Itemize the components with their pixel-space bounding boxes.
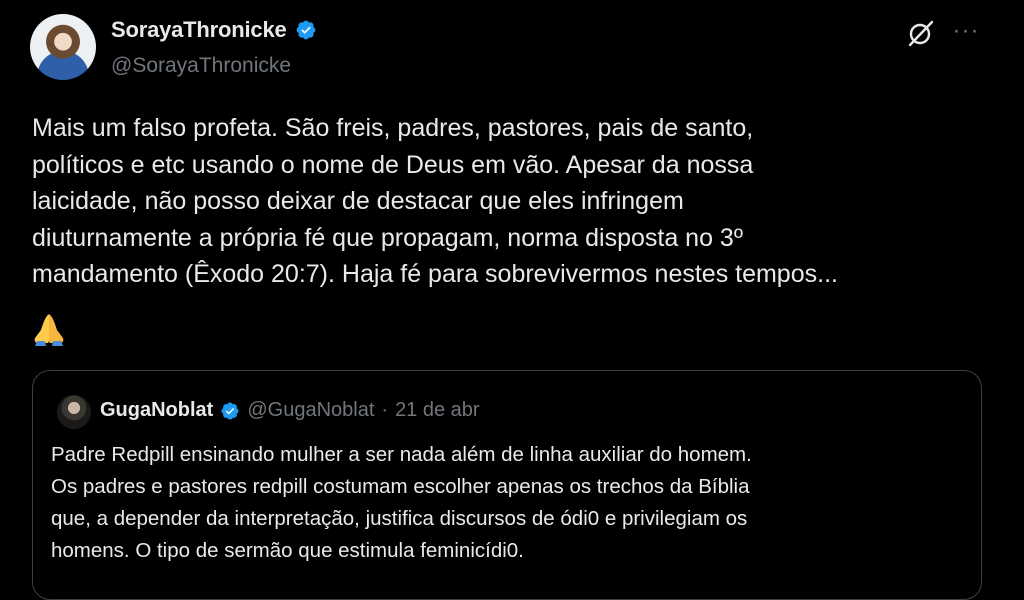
more-options-icon[interactable]: ···	[951, 18, 981, 48]
tweet-text: Mais um falso profeta. São freis, padres…	[32, 110, 992, 293]
quote-avatar[interactable]	[57, 395, 91, 429]
author-handle[interactable]: @SorayaThronicke	[111, 54, 291, 78]
praying-hands-emoji	[34, 314, 64, 346]
grok-icon[interactable]	[906, 18, 936, 48]
quote-text-line: homens. O tipo de sermão que estimula fe…	[51, 539, 524, 562]
tweet-avatar[interactable]	[30, 14, 96, 80]
quote-date[interactable]: 21 de abr	[395, 399, 480, 422]
quote-separator: ·	[381, 399, 389, 421]
tweet-text-line: laicidade, não posso deixar de destacar …	[32, 187, 684, 215]
quote-display-name[interactable]: GugaNoblat	[100, 399, 213, 422]
author-display-name[interactable]: SorayaThronicke	[111, 17, 287, 43]
verified-badge-icon	[221, 401, 239, 420]
quote-header: GugaNoblat @GugaNoblat · 21 de abr	[100, 399, 480, 422]
verified-badge-icon	[296, 20, 315, 40]
quote-handle[interactable]: @GugaNoblat	[247, 399, 374, 422]
tweet-text-line: diuturnamente a própria fé que propagam,…	[32, 223, 743, 252]
tweet-text-line: políticos e etc usando o nome de Deus em…	[32, 150, 754, 179]
quoted-tweet[interactable]: GugaNoblat @GugaNoblat · 21 de abr Padre…	[32, 370, 982, 600]
quote-text-line: que, a depender da interpretação, justif…	[51, 507, 748, 530]
tweet-text-line: mandamento (Êxodo 20:7). Haja fé para so…	[32, 260, 838, 288]
tweet-text-line: Mais um falso profeta. São freis, padres…	[32, 114, 754, 142]
quote-text-line: Padre Redpill ensinando mulher a ser nad…	[51, 443, 752, 466]
quote-text: Padre Redpill ensinando mulher a ser nad…	[51, 439, 971, 567]
author-row: SorayaThronicke	[111, 17, 317, 43]
quote-text-line: Os padres e pastores redpill costumam es…	[51, 475, 750, 498]
